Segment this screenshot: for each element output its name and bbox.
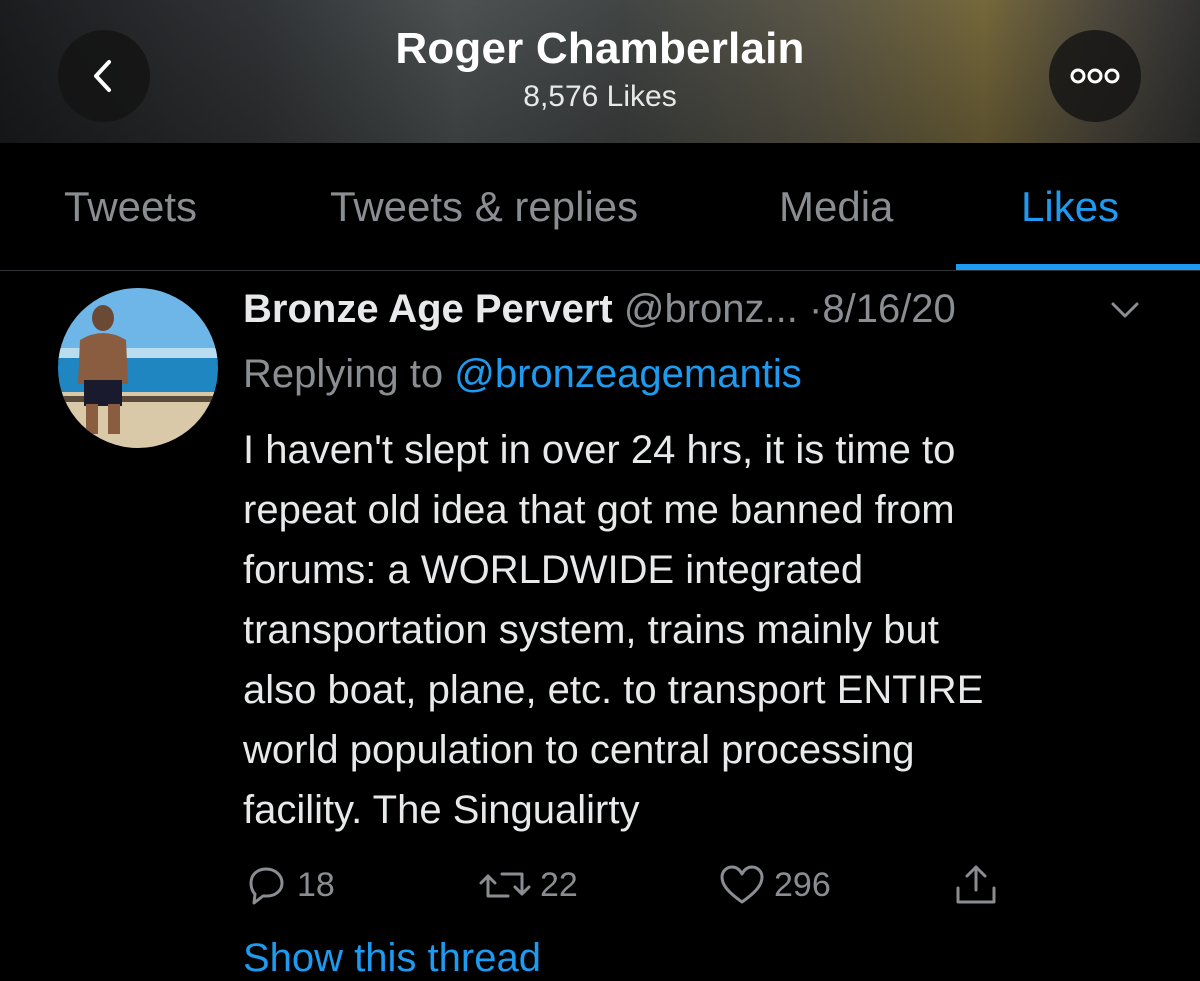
avatar[interactable]: [58, 288, 218, 448]
avatar-image: [58, 288, 218, 448]
tweet-text-line: transportation system, trains mainly but: [243, 608, 939, 652]
tweet-text-line: facility. The Singualirty: [243, 788, 640, 832]
share-icon: [956, 865, 996, 904]
like-count: 296: [774, 865, 831, 904]
show-thread-link[interactable]: Show this thread: [243, 936, 541, 981]
replying-to: Replying to @bronzeagemantis: [243, 352, 802, 397]
tab-likes[interactable]: Likes: [1021, 183, 1119, 231]
profile-name: Roger Chamberlain: [395, 24, 805, 73]
tweet-header: Bronze Age Pervert @bronz... ·8/16/20: [243, 287, 956, 332]
tweet-text-line: repeat old idea that got me banned from: [243, 488, 955, 532]
replying-prefix: Replying to: [243, 352, 444, 396]
tab-media[interactable]: Media: [779, 183, 893, 231]
tab-tweets-replies[interactable]: Tweets & replies: [330, 183, 638, 231]
tweet-text-line: also boat, plane, etc. to transport ENTI…: [243, 668, 984, 712]
reply-count: 18: [297, 865, 335, 904]
tweet-text-line: world population to central processing: [243, 728, 915, 772]
tweet-text: I haven't slept in over 24 hrs, it is ti…: [243, 420, 1143, 840]
retweet-button[interactable]: 22: [478, 862, 578, 908]
tabs-divider: [0, 270, 1200, 271]
share-button[interactable]: [952, 862, 1000, 908]
tweet-text-line: forums: a WORLDWIDE integrated: [243, 548, 864, 592]
more-button[interactable]: [1049, 30, 1141, 122]
like-button[interactable]: 296: [718, 862, 831, 908]
tweet-date[interactable]: 8/16/20: [822, 287, 955, 331]
profile-header: Roger Chamberlain 8,576 Likes: [0, 0, 1200, 143]
retweet-icon: [479, 872, 531, 898]
reply-button[interactable]: 18: [243, 862, 335, 908]
retweet-count: 22: [540, 865, 578, 904]
author-handle[interactable]: @bronz...: [624, 287, 798, 331]
replying-handle-link[interactable]: @bronzeagemantis: [454, 352, 801, 396]
tab-tweets[interactable]: Tweets: [64, 183, 197, 231]
profile-tabs: Tweets Tweets & replies Media Likes: [0, 143, 1200, 271]
more-horizontal-icon: [1070, 68, 1120, 84]
tweet-text-line: I haven't slept in over 24 hrs, it is ti…: [243, 428, 956, 472]
heart-icon: [720, 865, 764, 904]
likes-count: 8,576 Likes: [523, 80, 677, 113]
author-name[interactable]: Bronze Age Pervert: [243, 287, 613, 331]
reply-icon: [249, 867, 284, 905]
chevron-down-icon[interactable]: [1110, 300, 1140, 320]
separator-dot: ·: [809, 287, 823, 331]
